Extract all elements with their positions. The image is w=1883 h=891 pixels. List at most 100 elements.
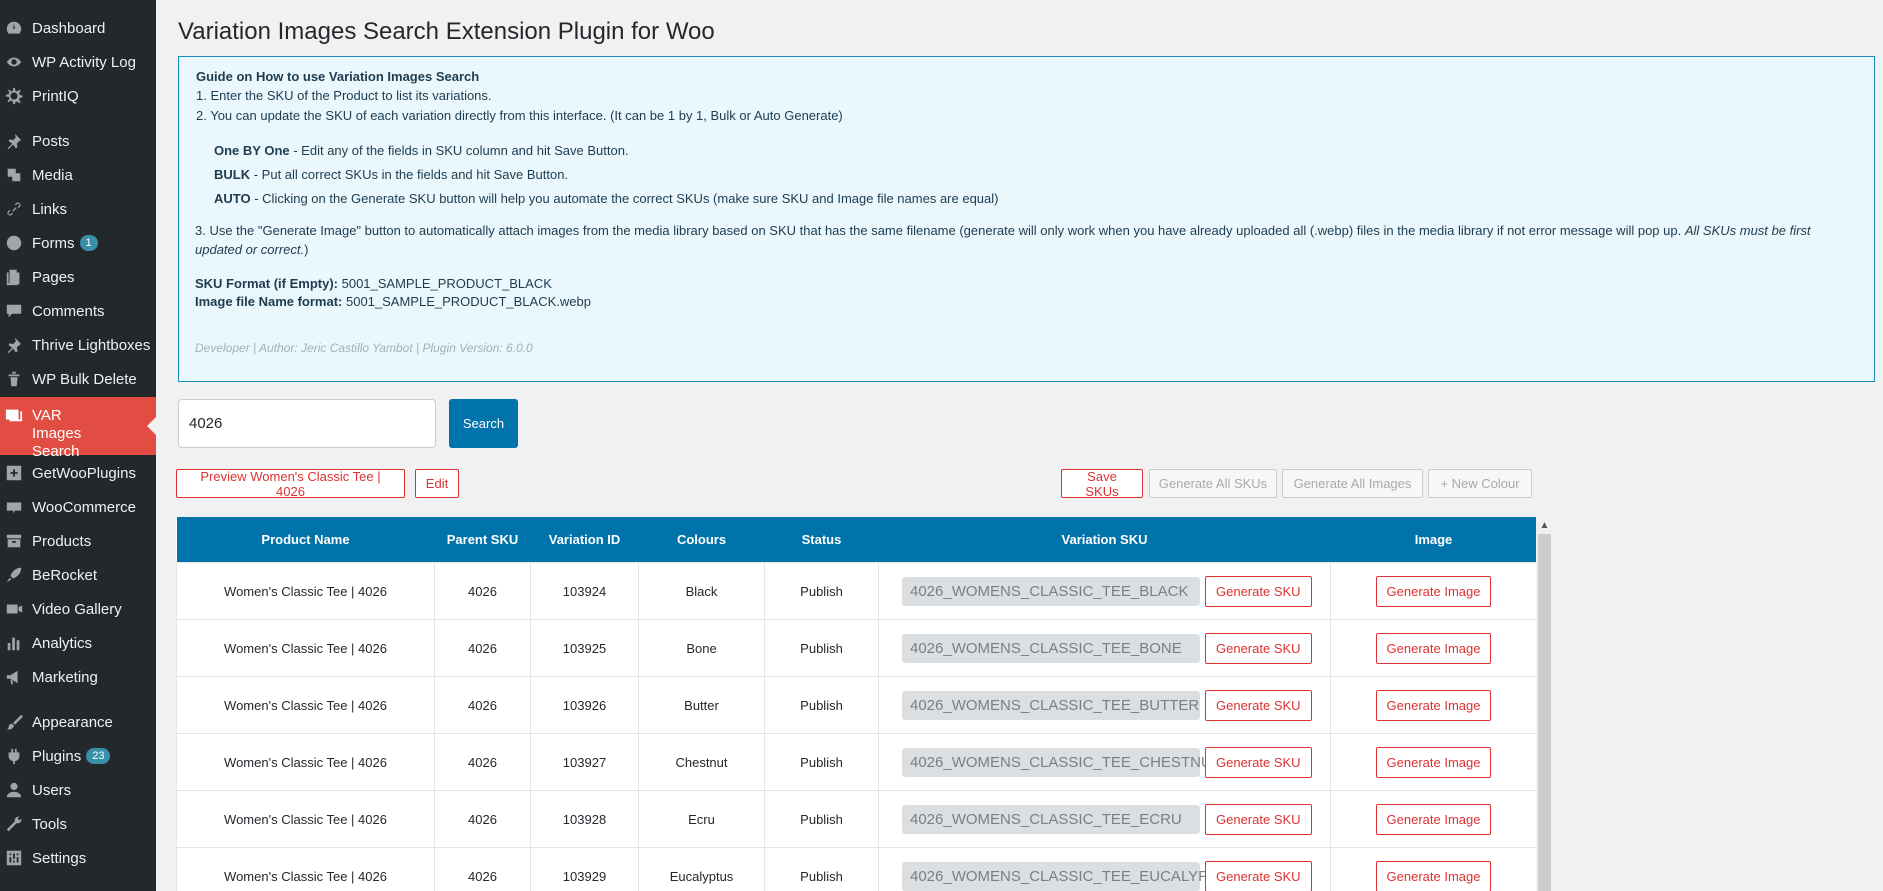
sidebar-item-tools[interactable]: Tools [0,807,156,841]
sidebar-item-label: Settings [32,849,87,867]
generate-sku-button[interactable]: Generate SKU [1205,689,1312,721]
generate-sku-button[interactable]: Generate SKU [1205,632,1312,664]
status-cell: Publish [764,847,879,891]
variation-sku-cell: 4026_WOMENS_CLASSIC_TEE_BONE Generate SKU [878,619,1331,677]
variation-sku-cell: 4026_WOMENS_CLASSIC_TEE_BUTTER Generate S… [878,676,1331,734]
sidebar-item-media[interactable]: Media [0,158,156,192]
guide-step-3: 3. Use the "Generate Image" button to au… [195,223,1811,257]
link-icon [4,199,24,219]
sidebar-item-label: Analytics [32,634,93,652]
parent-sku-cell: 4026 [434,562,531,620]
scroll-up-arrow-icon[interactable]: ▲ [1536,517,1553,534]
forms-icon [4,233,24,253]
sidebar-item-forms[interactable]: Forms 1 [0,226,156,260]
table-row: Women's Classic Tee | 4026 4026 103924 Blac… [176,562,1536,620]
variation-sku-cell: 4026_WOMENS_CLASSIC_TEE_ECRU Generate SKU [878,790,1331,848]
preview-product-button[interactable]: Preview Women's Classic Tee | 4026 [176,469,405,499]
count-badge: 1 [79,235,98,251]
sidebar-item-wp-activity-log[interactable]: WP Activity Log [0,45,156,79]
sidebar-item-printiq[interactable]: PrintIQ [0,79,156,113]
parent-sku-cell: 4026 [434,847,531,891]
edit-button[interactable]: Edit [415,469,459,498]
generate-image-button[interactable]: Generate Image [1375,860,1492,891]
colour-cell: Chestnut [638,733,765,791]
trash-icon [4,369,24,389]
scroll-thumb[interactable] [1538,534,1551,891]
sidebar-item-dashboard[interactable]: Dashboard [0,11,156,45]
sidebar-item-posts[interactable]: Posts [0,124,156,158]
generate-image-button[interactable]: Generate Image [1375,575,1492,607]
generate-sku-button[interactable]: Generate SKU [1205,860,1312,891]
sidebar-item-video-gallery[interactable]: Video Gallery [0,592,156,626]
sidebar-item-pages[interactable]: Pages [0,260,156,294]
generate-all-images-button[interactable]: Generate All Images [1282,469,1423,498]
sidebar-item-label: Thrive Lightboxes [32,336,151,354]
generate-sku-button[interactable]: Generate SKU [1205,575,1312,607]
variation-sku-cell: 4026_WOMENS_CLASSIC_TEE_EUCALYPTUSGenera… [878,847,1331,891]
sidebar-item-plugins[interactable]: Plugins 23 [0,739,156,773]
sidebar-item-thrive-lightboxes[interactable]: Thrive Lightboxes [0,328,156,362]
sidebar-item-comments[interactable]: Comments [0,294,156,328]
guide-title: Guide on How to use Variation Images Sea… [196,69,480,84]
settings-icon [4,848,24,868]
sidebar-item-products[interactable]: Products [0,524,156,558]
sidebar-item-marketing[interactable]: Marketing [0,660,156,694]
sidebar-item-users[interactable]: Users [0,773,156,807]
variation-sku-input[interactable]: 4026_WOMENS_CLASSIC_TEE_EUCALYPTUS [902,861,1238,891]
plugin-icon [4,746,24,766]
save-skus-button[interactable]: Save SKUs [1061,469,1143,499]
product-name-cell: Women's Classic Tee | 4026 [176,733,435,791]
column-header-variation-id: Variation ID [530,517,639,563]
megaphone-icon [4,667,24,687]
gear-icon [4,86,24,106]
variation-sku-input[interactable]: 4026_WOMENS_CLASSIC_TEE_BONE [902,633,1200,663]
guide-auto: AUTO - Clicking on the Generate SKU butt… [214,191,999,206]
pin-icon [4,131,24,151]
image-cell: Generate Image [1330,676,1536,734]
search-button[interactable]: Search [449,399,518,448]
sidebar-item-appearance[interactable]: Appearance [0,705,156,739]
generate-all-skus-button[interactable]: Generate All SKUs [1149,469,1277,498]
status-cell: Publish [764,619,879,677]
table-scrollbar[interactable]: ▲ [1536,517,1553,891]
variation-sku-cell: 4026_WOMENS_CLASSIC_TEE_BLACK Generate SK… [878,562,1331,620]
sku-search-input[interactable] [178,399,436,448]
variation-sku-input[interactable]: 4026_WOMENS_CLASSIC_TEE_BUTTER [902,690,1200,720]
guide-one-by-one: One BY One - Edit any of the fields in S… [214,143,629,158]
sidebar-item-label: Pages [32,268,75,286]
sidebar-item-settings[interactable]: Settings [0,841,156,875]
new-colour-button[interactable]: + New Colour [1428,469,1532,498]
media-icon [4,165,24,185]
table-row: Women's Classic Tee | 4026 4026 103929 Euca… [176,847,1536,891]
generate-image-button[interactable]: Generate Image [1375,632,1492,664]
variation-sku-cell: 4026_WOMENS_CLASSIC_TEE_CHESTNUTGenerate… [878,733,1331,791]
variation-sku-input[interactable]: 4026_WOMENS_CLASSIC_TEE_ECRU [902,804,1200,834]
generate-image-button[interactable]: Generate Image [1375,689,1492,721]
sidebar-item-analytics[interactable]: Analytics [0,626,156,660]
sidebar-item-wp-bulk-delete[interactable]: WP Bulk Delete [0,362,156,396]
generate-sku-button[interactable]: Generate SKU [1205,803,1312,835]
sidebar-item-berocket[interactable]: BeRocket [0,558,156,592]
status-cell: Publish [764,733,879,791]
variations-table: Product Name Parent SKU Variation ID Colour… [176,517,1536,891]
generate-image-button[interactable]: Generate Image [1375,803,1492,835]
sidebar-item-getwooplugins[interactable]: GetWooPlugins [0,456,156,490]
generate-sku-button[interactable]: Generate SKU [1205,746,1312,778]
column-header-status: Status [764,517,879,563]
variation-sku-input[interactable]: 4026_WOMENS_CLASSIC_TEE_BLACK [902,576,1200,606]
sidebar-item-woocommerce[interactable]: WooCommerce [0,490,156,524]
sidebar-item-label: Media [32,166,73,184]
status-cell: Publish [764,676,879,734]
brush-icon [4,712,24,732]
plus-box-icon [4,463,24,483]
generate-image-button[interactable]: Generate Image [1375,746,1492,778]
status-cell: Publish [764,790,879,848]
guide-box: Guide on How to use Variation Images Sea… [178,56,1875,382]
eye-icon [4,52,24,72]
table-row: Women's Classic Tee | 4026 4026 103925 Bone… [176,619,1536,677]
column-header-image: Image [1330,517,1536,563]
sidebar-item-links[interactable]: Links [0,192,156,226]
variation-sku-input[interactable]: 4026_WOMENS_CLASSIC_TEE_CHESTNUT [902,747,1221,777]
colour-cell: Bone [638,619,765,677]
sidebar-item-var-images-search[interactable]: VAR Images Search [0,397,156,460]
